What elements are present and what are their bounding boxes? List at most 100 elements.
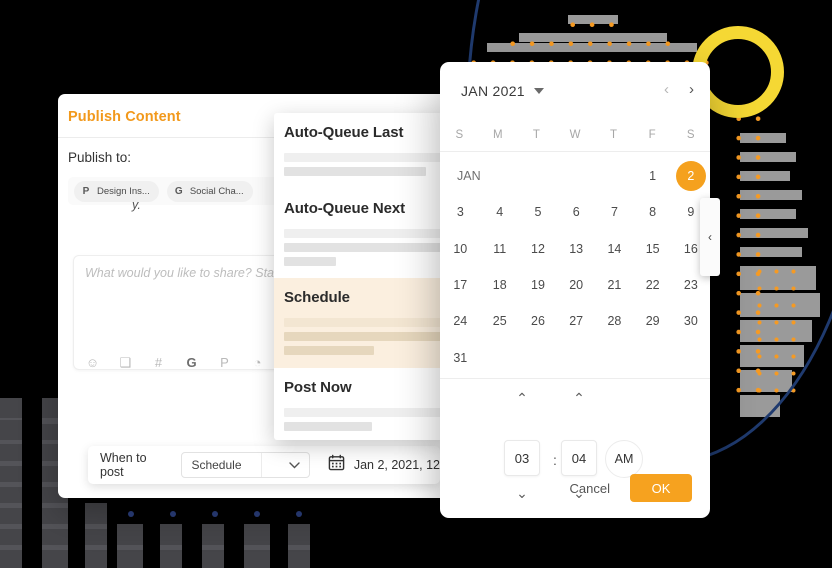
menu-item-label: Schedule bbox=[284, 289, 350, 306]
deco-gray-bar bbox=[740, 171, 790, 181]
day-cell[interactable]: 18 bbox=[481, 267, 519, 303]
skeleton-line bbox=[284, 318, 446, 327]
day-cell[interactable]: 28 bbox=[595, 303, 633, 339]
menu-item-label: Auto-Queue Next bbox=[284, 200, 406, 217]
day-cell[interactable]: 20 bbox=[557, 267, 595, 303]
day-cell[interactable]: 17 bbox=[440, 267, 481, 303]
skeleton-line bbox=[284, 346, 374, 355]
calendar-grid: JAN 1 2 3 4 5 6 7 8 9 10 11 12 13 14 15 … bbox=[440, 158, 710, 376]
menu-item-schedule[interactable]: Schedule bbox=[274, 278, 446, 368]
minute-value: 04 bbox=[571, 450, 587, 466]
skeleton-line bbox=[284, 408, 446, 417]
date-field[interactable]: Jan 2, 2021, 12 bbox=[328, 454, 440, 476]
day-cell[interactable]: 27 bbox=[557, 303, 595, 339]
day-cell[interactable]: 6 bbox=[557, 194, 595, 230]
deco-dot-pattern-right bbox=[748, 260, 808, 400]
deco-gray-bar bbox=[740, 345, 804, 367]
weekday-header: S M T W T F S bbox=[440, 120, 710, 150]
day-cell[interactable]: 22 bbox=[634, 267, 672, 303]
chevron-down-icon bbox=[281, 461, 309, 469]
next-month-button[interactable]: › bbox=[689, 82, 694, 97]
divider bbox=[440, 378, 710, 379]
day-cell[interactable]: 5 bbox=[519, 194, 557, 230]
day-cell-empty bbox=[595, 339, 633, 375]
day-cell[interactable]: 10 bbox=[440, 231, 481, 267]
compose-toolbar: ☺ ❑ # G P ◔ bbox=[85, 355, 265, 371]
image-icon[interactable]: ❑ bbox=[118, 355, 133, 370]
calendar-icon bbox=[328, 454, 345, 476]
obscured-text-fragment: y. bbox=[132, 198, 141, 212]
menu-item-auto-queue-last[interactable]: Auto-Queue Last bbox=[274, 113, 446, 189]
date-value: Jan 2, 2021, 12 bbox=[353, 458, 440, 472]
day-cell[interactable]: 13 bbox=[557, 231, 595, 267]
deco-gray-bar bbox=[740, 190, 802, 200]
when-to-post-dropdown: Auto-Queue Last Auto-Queue Next Schedule… bbox=[274, 113, 446, 440]
deco-gray-bar bbox=[740, 152, 796, 162]
day-cell[interactable]: 11 bbox=[481, 231, 519, 267]
menu-item-auto-queue-next[interactable]: Auto-Queue Next bbox=[274, 189, 446, 278]
weekday-label: F bbox=[648, 129, 656, 141]
day-cell[interactable]: 19 bbox=[519, 267, 557, 303]
menu-item-post-now[interactable]: Post Now bbox=[274, 368, 446, 431]
deco-gray-bar bbox=[740, 133, 786, 143]
schedule-select[interactable]: Schedule bbox=[181, 452, 310, 478]
day-cell-selected[interactable]: 2 bbox=[672, 158, 710, 194]
google-icon: G bbox=[174, 185, 183, 197]
hour-input[interactable]: 03 bbox=[504, 440, 540, 476]
skeleton-line bbox=[284, 332, 446, 341]
day-cell[interactable]: 21 bbox=[595, 267, 633, 303]
day-cell-label: 2 bbox=[675, 161, 706, 192]
cancel-button[interactable]: Cancel bbox=[564, 475, 616, 502]
day-cell[interactable]: 3 bbox=[440, 194, 481, 230]
prev-month-button[interactable]: ‹ bbox=[664, 82, 669, 97]
weekday-label: T bbox=[532, 129, 540, 141]
deco-gray-bar bbox=[740, 370, 792, 392]
day-cell[interactable]: 15 bbox=[634, 231, 672, 267]
caret-down-icon[interactable] bbox=[533, 88, 544, 94]
minute-input[interactable]: 04 bbox=[561, 440, 597, 476]
target-chip-google[interactable]: G Social Cha... bbox=[166, 180, 253, 202]
deco-gray-bar bbox=[740, 228, 808, 238]
deco-dot-pattern-top bbox=[500, 31, 676, 51]
publish-to-label: Publish to: bbox=[68, 150, 132, 165]
day-cell-empty bbox=[672, 339, 710, 375]
day-cell[interactable]: 1 bbox=[634, 158, 672, 194]
deco-gray-bar bbox=[740, 247, 802, 257]
day-cell-empty bbox=[634, 339, 672, 375]
month-nav: ‹ › bbox=[664, 82, 694, 97]
day-cell[interactable]: 8 bbox=[634, 194, 672, 230]
month-year-label[interactable]: JAN 2021 bbox=[461, 83, 525, 99]
hashtag-icon[interactable]: # bbox=[151, 355, 166, 370]
schedule-select-value: Schedule bbox=[191, 458, 242, 472]
pinterest-icon[interactable]: P bbox=[217, 355, 232, 370]
minute-increment-button[interactable]: ⌃ bbox=[568, 391, 590, 405]
emoji-icon[interactable]: ☺ bbox=[85, 355, 100, 370]
day-cell[interactable]: 31 bbox=[440, 339, 481, 375]
target-chip-pinterest[interactable]: P Design Ins... bbox=[74, 180, 159, 202]
day-cell[interactable]: 14 bbox=[595, 231, 633, 267]
google-icon[interactable]: G bbox=[184, 355, 199, 370]
day-cell[interactable]: 4 bbox=[481, 194, 519, 230]
day-cell-empty bbox=[481, 339, 519, 375]
day-cell[interactable]: 26 bbox=[519, 303, 557, 339]
day-cell[interactable]: 25 bbox=[481, 303, 519, 339]
compose-placeholder: What would you like to share? Sta bbox=[85, 266, 274, 280]
day-cell[interactable]: 7 bbox=[595, 194, 633, 230]
day-cell-empty bbox=[519, 339, 557, 375]
carousel-prev-button[interactable]: ‹ bbox=[700, 198, 720, 276]
ok-button[interactable]: OK bbox=[630, 474, 692, 502]
day-cell[interactable]: 30 bbox=[672, 303, 710, 339]
day-cell[interactable]: 24 bbox=[440, 303, 481, 339]
weekday-label: M bbox=[493, 129, 503, 141]
day-cell[interactable]: 12 bbox=[519, 231, 557, 267]
day-cell[interactable]: 29 bbox=[634, 303, 672, 339]
day-cell-empty bbox=[481, 158, 519, 194]
meridiem-value: AM bbox=[614, 452, 634, 466]
meridiem-toggle[interactable]: AM bbox=[605, 440, 643, 478]
skeleton-line bbox=[284, 243, 446, 252]
hour-increment-button[interactable]: ⌃ bbox=[511, 391, 533, 405]
deco-dot-pattern-top bbox=[560, 12, 618, 32]
analytics-icon[interactable]: ◔ bbox=[250, 355, 265, 370]
when-to-post-label: When to post bbox=[100, 451, 147, 479]
deco-gray-bar bbox=[740, 266, 816, 290]
